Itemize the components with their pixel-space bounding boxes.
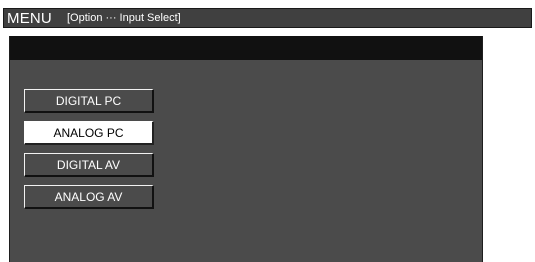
option-analog-av[interactable]: ANALOG AV xyxy=(24,185,154,209)
menu-title-bar: MENU [Option ··· Input Select] xyxy=(3,8,532,28)
input-select-panel: DIGITAL PC ANALOG PC DIGITAL AV ANALOG A… xyxy=(9,36,483,262)
input-option-list: DIGITAL PC ANALOG PC DIGITAL AV ANALOG A… xyxy=(24,89,154,217)
option-analog-pc[interactable]: ANALOG PC xyxy=(24,121,154,145)
menu-breadcrumb: [Option ··· Input Select] xyxy=(66,12,181,24)
panel-header-bar xyxy=(10,36,482,60)
option-digital-pc[interactable]: DIGITAL PC xyxy=(24,89,154,113)
option-digital-av[interactable]: DIGITAL AV xyxy=(24,153,154,177)
menu-title: MENU xyxy=(7,9,52,27)
